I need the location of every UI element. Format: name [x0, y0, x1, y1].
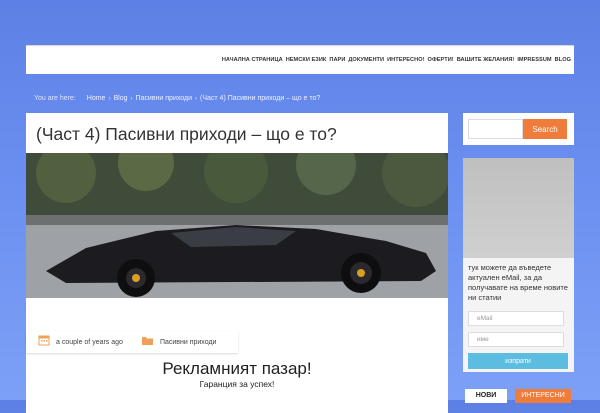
- subscribe-widget: тук можете да въведете актуален eMail, з…: [463, 158, 574, 372]
- name-field[interactable]: име: [468, 332, 564, 347]
- tab-interesting[interactable]: ИНТЕРЕСНИ: [515, 389, 571, 403]
- breadcrumb-home[interactable]: Home: [87, 95, 106, 102]
- post-meta: a couple of years ago Пасивни приходи: [26, 331, 238, 353]
- submit-button[interactable]: изпрати: [468, 353, 568, 369]
- calendar-icon: [38, 333, 50, 351]
- post-category[interactable]: Пасивни приходи: [160, 339, 217, 346]
- main-content: (Част 4) Пасивни приходи – що е то? a co…: [26, 113, 448, 413]
- nav-item-home[interactable]: НАЧАЛНА СТРАНИЦА: [222, 57, 283, 63]
- car-image: [26, 153, 448, 298]
- featured-image: [26, 153, 448, 298]
- search-widget: Search: [463, 113, 574, 145]
- breadcrumb-separator: ›: [130, 95, 133, 102]
- subscribe-banner: [463, 158, 574, 258]
- folder-icon: [141, 333, 154, 351]
- nav-item-german[interactable]: НЕМСКИ ЕЗИК: [286, 57, 327, 63]
- tab-new[interactable]: НОВИ: [465, 389, 507, 403]
- main-nav: НАЧАЛНА СТРАНИЦА НЕМСКИ ЕЗИК ПАРИ ДОКУМЕ…: [222, 57, 571, 63]
- email-field[interactable]: eMail: [468, 311, 564, 326]
- breadcrumb-category[interactable]: Пасивни приходи: [135, 95, 192, 102]
- search-input[interactable]: [468, 119, 523, 139]
- subscribe-text: тук можете да въведете актуален eMail, з…: [468, 263, 568, 302]
- breadcrumb-current: (Част 4) Пасивни приходи – що е то?: [200, 95, 321, 102]
- breadcrumb-label: You are here:: [34, 95, 76, 102]
- post-date: a couple of years ago: [56, 338, 123, 346]
- nav-item-wishes[interactable]: ВАШИТЕ ЖЕЛАНИЯ!: [457, 57, 515, 63]
- breadcrumb-separator: ›: [195, 95, 198, 102]
- nav-item-interesting[interactable]: ИНТЕРЕСНО!: [387, 57, 424, 63]
- post-title[interactable]: (Част 4) Пасивни приходи – що е то?: [36, 124, 337, 145]
- site-header: НАЧАЛНА СТРАНИЦА НЕМСКИ ЕЗИК ПАРИ ДОКУМЕ…: [26, 45, 574, 74]
- breadcrumb: You are here: Home › Blog › Пасивни прих…: [34, 95, 320, 102]
- posts-tabs: НОВИ ИНТЕРЕСНИ: [465, 389, 571, 403]
- nav-item-money[interactable]: ПАРИ: [329, 57, 345, 63]
- nav-item-documents[interactable]: ДОКУМЕНТИ: [348, 57, 384, 63]
- search-button[interactable]: Search: [523, 119, 567, 139]
- ad-title: Рекламният пазар!: [162, 359, 312, 378]
- breadcrumb-blog[interactable]: Blog: [113, 95, 127, 102]
- ad-subtitle: Гаранция за успех!: [199, 379, 275, 389]
- nav-item-blog[interactable]: BLOG: [555, 57, 571, 63]
- nav-item-offers[interactable]: ОФЕРТИ!: [428, 57, 454, 63]
- breadcrumb-separator: ›: [108, 95, 111, 102]
- nav-item-impressum[interactable]: IMPRESSUM: [517, 57, 551, 63]
